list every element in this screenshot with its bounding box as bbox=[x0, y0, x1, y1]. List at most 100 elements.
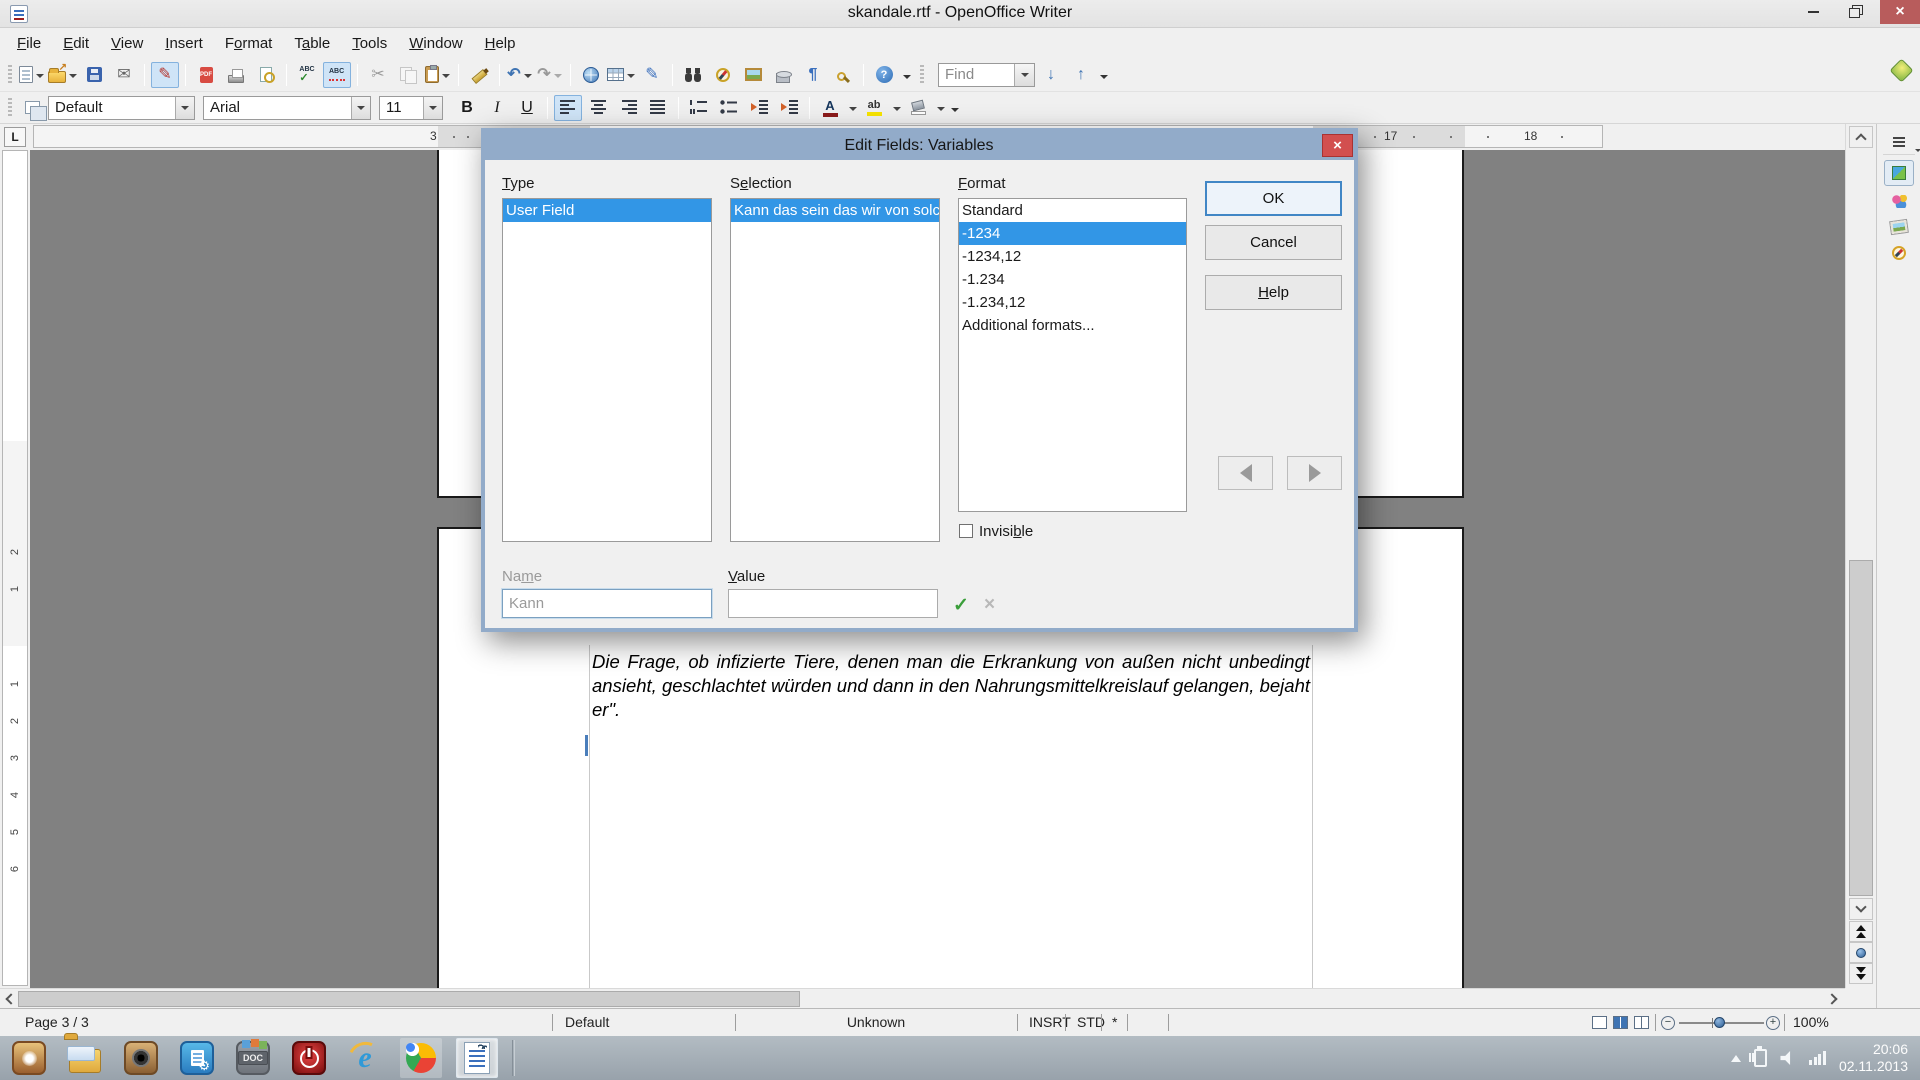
italic-button[interactable]: I bbox=[483, 95, 511, 121]
help-button-dialog[interactable]: Help bbox=[1205, 275, 1342, 310]
undo-button[interactable]: ↶ bbox=[506, 62, 534, 88]
start-button[interactable] bbox=[8, 1038, 50, 1078]
combo-arrow-icon[interactable] bbox=[175, 97, 194, 119]
open-button[interactable] bbox=[48, 62, 78, 88]
data-sources-button[interactable] bbox=[769, 62, 797, 88]
menu-edit[interactable]: Edit bbox=[52, 31, 100, 56]
list-item-selected[interactable]: User Field bbox=[503, 199, 711, 222]
menu-tools[interactable]: Tools bbox=[341, 31, 398, 56]
underline-button[interactable]: U bbox=[513, 95, 541, 121]
view-multi-page-button[interactable] bbox=[1613, 1016, 1628, 1029]
taskbar-clock[interactable]: 20:06 02.11.2013 bbox=[1839, 1041, 1912, 1075]
format-paintbrush-button[interactable] bbox=[465, 62, 493, 88]
previous-page-button[interactable] bbox=[1849, 921, 1873, 942]
cancel-button[interactable]: Cancel bbox=[1205, 225, 1342, 260]
combo-arrow-icon[interactable] bbox=[351, 97, 370, 119]
edit-file-button[interactable]: ✎ bbox=[151, 62, 179, 88]
list-item[interactable]: -1.234 bbox=[959, 268, 1186, 291]
scroll-down-button[interactable] bbox=[1849, 898, 1873, 920]
tab-stop-selector[interactable]: L bbox=[4, 127, 26, 147]
list-item-selected[interactable]: Kann das sein das wir von solch bbox=[731, 199, 939, 222]
delete-button[interactable]: × bbox=[984, 594, 995, 616]
zoom-button[interactable] bbox=[829, 62, 857, 88]
styles-window-button[interactable] bbox=[18, 95, 46, 121]
menu-insert[interactable]: Insert bbox=[154, 31, 214, 56]
vertical-scroll-thumb[interactable] bbox=[1849, 560, 1873, 896]
document-text[interactable]: Die Frage, ob infizierte Tiere, denen ma… bbox=[592, 650, 1310, 722]
vertical-ruler[interactable]: 2 1 1 2 3 4 5 6 bbox=[2, 150, 28, 986]
page-preview-button[interactable] bbox=[252, 62, 280, 88]
navigator-button[interactable] bbox=[709, 62, 737, 88]
gallery-button[interactable] bbox=[739, 62, 767, 88]
volume-icon[interactable] bbox=[1780, 1051, 1796, 1065]
status-page-style[interactable]: Default bbox=[565, 1014, 609, 1030]
bullet-list-button[interactable] bbox=[715, 95, 743, 121]
taskbar-power-button[interactable] bbox=[288, 1038, 330, 1078]
network-signal-icon[interactable] bbox=[1809, 1051, 1826, 1065]
power-status-icon[interactable] bbox=[1754, 1049, 1767, 1067]
close-button[interactable]: × bbox=[1880, 0, 1920, 24]
font-color-dropdown[interactable] bbox=[849, 107, 857, 115]
show-hidden-icons-button[interactable] bbox=[1731, 1050, 1741, 1062]
find-next-button[interactable]: ↓ bbox=[1037, 62, 1065, 88]
help-button[interactable]: ? bbox=[870, 62, 898, 88]
numbered-list-button[interactable] bbox=[685, 95, 713, 121]
value-input[interactable] bbox=[728, 589, 938, 618]
align-right-button[interactable] bbox=[614, 95, 642, 121]
email-button[interactable]: ✉ bbox=[110, 62, 138, 88]
sidebar-tab-gallery[interactable] bbox=[1884, 214, 1914, 240]
taskbar-settings-app[interactable]: ⚙ bbox=[176, 1038, 218, 1078]
formatting-marks-button[interactable]: ¶ bbox=[799, 62, 827, 88]
view-single-page-button[interactable] bbox=[1592, 1016, 1607, 1029]
next-field-button[interactable] bbox=[1287, 456, 1342, 490]
find-d ropdown-arrow[interactable] bbox=[1014, 64, 1034, 86]
restore-button[interactable] bbox=[1838, 0, 1874, 24]
toolbar-grip[interactable] bbox=[8, 65, 12, 85]
dialog-title-bar[interactable]: Edit Fields: Variables bbox=[484, 131, 1354, 160]
navigation-button[interactable] bbox=[1849, 942, 1873, 963]
format-listbox[interactable]: Standard -1234 -1234,12 -1.234 -1.234,12… bbox=[958, 198, 1187, 512]
combo-arrow-icon[interactable] bbox=[423, 97, 442, 119]
toolbar-overflow-button[interactable] bbox=[900, 63, 914, 87]
taskbar-openoffice-writer[interactable] bbox=[456, 1038, 498, 1078]
menu-window[interactable]: Window bbox=[398, 31, 473, 56]
font-color-button[interactable]: A bbox=[816, 95, 844, 121]
next-page-button[interactable] bbox=[1849, 963, 1873, 984]
justify-button[interactable] bbox=[644, 95, 672, 121]
view-book-button[interactable] bbox=[1634, 1016, 1649, 1029]
spellcheck-button[interactable]: ABC✓ bbox=[293, 62, 321, 88]
paste-button[interactable] bbox=[424, 62, 452, 88]
name-input[interactable]: Kann bbox=[502, 589, 712, 618]
align-left-button[interactable] bbox=[554, 95, 582, 121]
sidebar-tab-properties[interactable] bbox=[1884, 160, 1914, 186]
ok-button[interactable]: OK bbox=[1205, 181, 1342, 216]
save-button[interactable] bbox=[80, 62, 108, 88]
selection-listbox[interactable]: Kann das sein das wir von solch bbox=[730, 198, 940, 542]
highlight-color-button[interactable]: ab bbox=[860, 95, 888, 121]
taskbar-media-player[interactable] bbox=[120, 1038, 162, 1078]
menu-view[interactable]: View bbox=[100, 31, 154, 56]
taskbar-internet-explorer[interactable]: e bbox=[344, 1038, 386, 1078]
dialog-close-button[interactable]: × bbox=[1322, 134, 1353, 157]
sidebar-tab-navigator[interactable] bbox=[1884, 240, 1914, 266]
menu-format[interactable]: Format bbox=[214, 31, 284, 56]
sidebar-tab-styles[interactable] bbox=[1884, 188, 1914, 214]
find-previous-button[interactable]: ↑ bbox=[1067, 62, 1095, 88]
zoom-slider-thumb[interactable] bbox=[1714, 1017, 1725, 1028]
export-pdf-button[interactable]: PDF bbox=[192, 62, 220, 88]
new-document-button[interactable] bbox=[18, 62, 46, 88]
status-zoom-level[interactable]: 100% bbox=[1793, 1014, 1829, 1030]
taskbar-file-explorer[interactable] bbox=[64, 1038, 106, 1078]
scroll-right-button[interactable] bbox=[1826, 991, 1842, 1007]
find-replace-button[interactable] bbox=[679, 62, 707, 88]
status-page-number[interactable]: Page 3 / 3 bbox=[25, 1014, 89, 1030]
decrease-indent-button[interactable] bbox=[745, 95, 773, 121]
highlight-color-dropdown[interactable] bbox=[893, 107, 901, 115]
findbar-overflow-button[interactable] bbox=[1097, 63, 1111, 87]
menu-help[interactable]: Help bbox=[474, 31, 527, 56]
list-item[interactable]: Additional formats... bbox=[959, 314, 1186, 337]
paragraph-style-combobox[interactable]: Default bbox=[48, 96, 195, 120]
menu-file[interactable]: File bbox=[6, 31, 52, 56]
autospellcheck-button[interactable]: ABC bbox=[323, 62, 351, 88]
bold-button[interactable]: B bbox=[453, 95, 481, 121]
